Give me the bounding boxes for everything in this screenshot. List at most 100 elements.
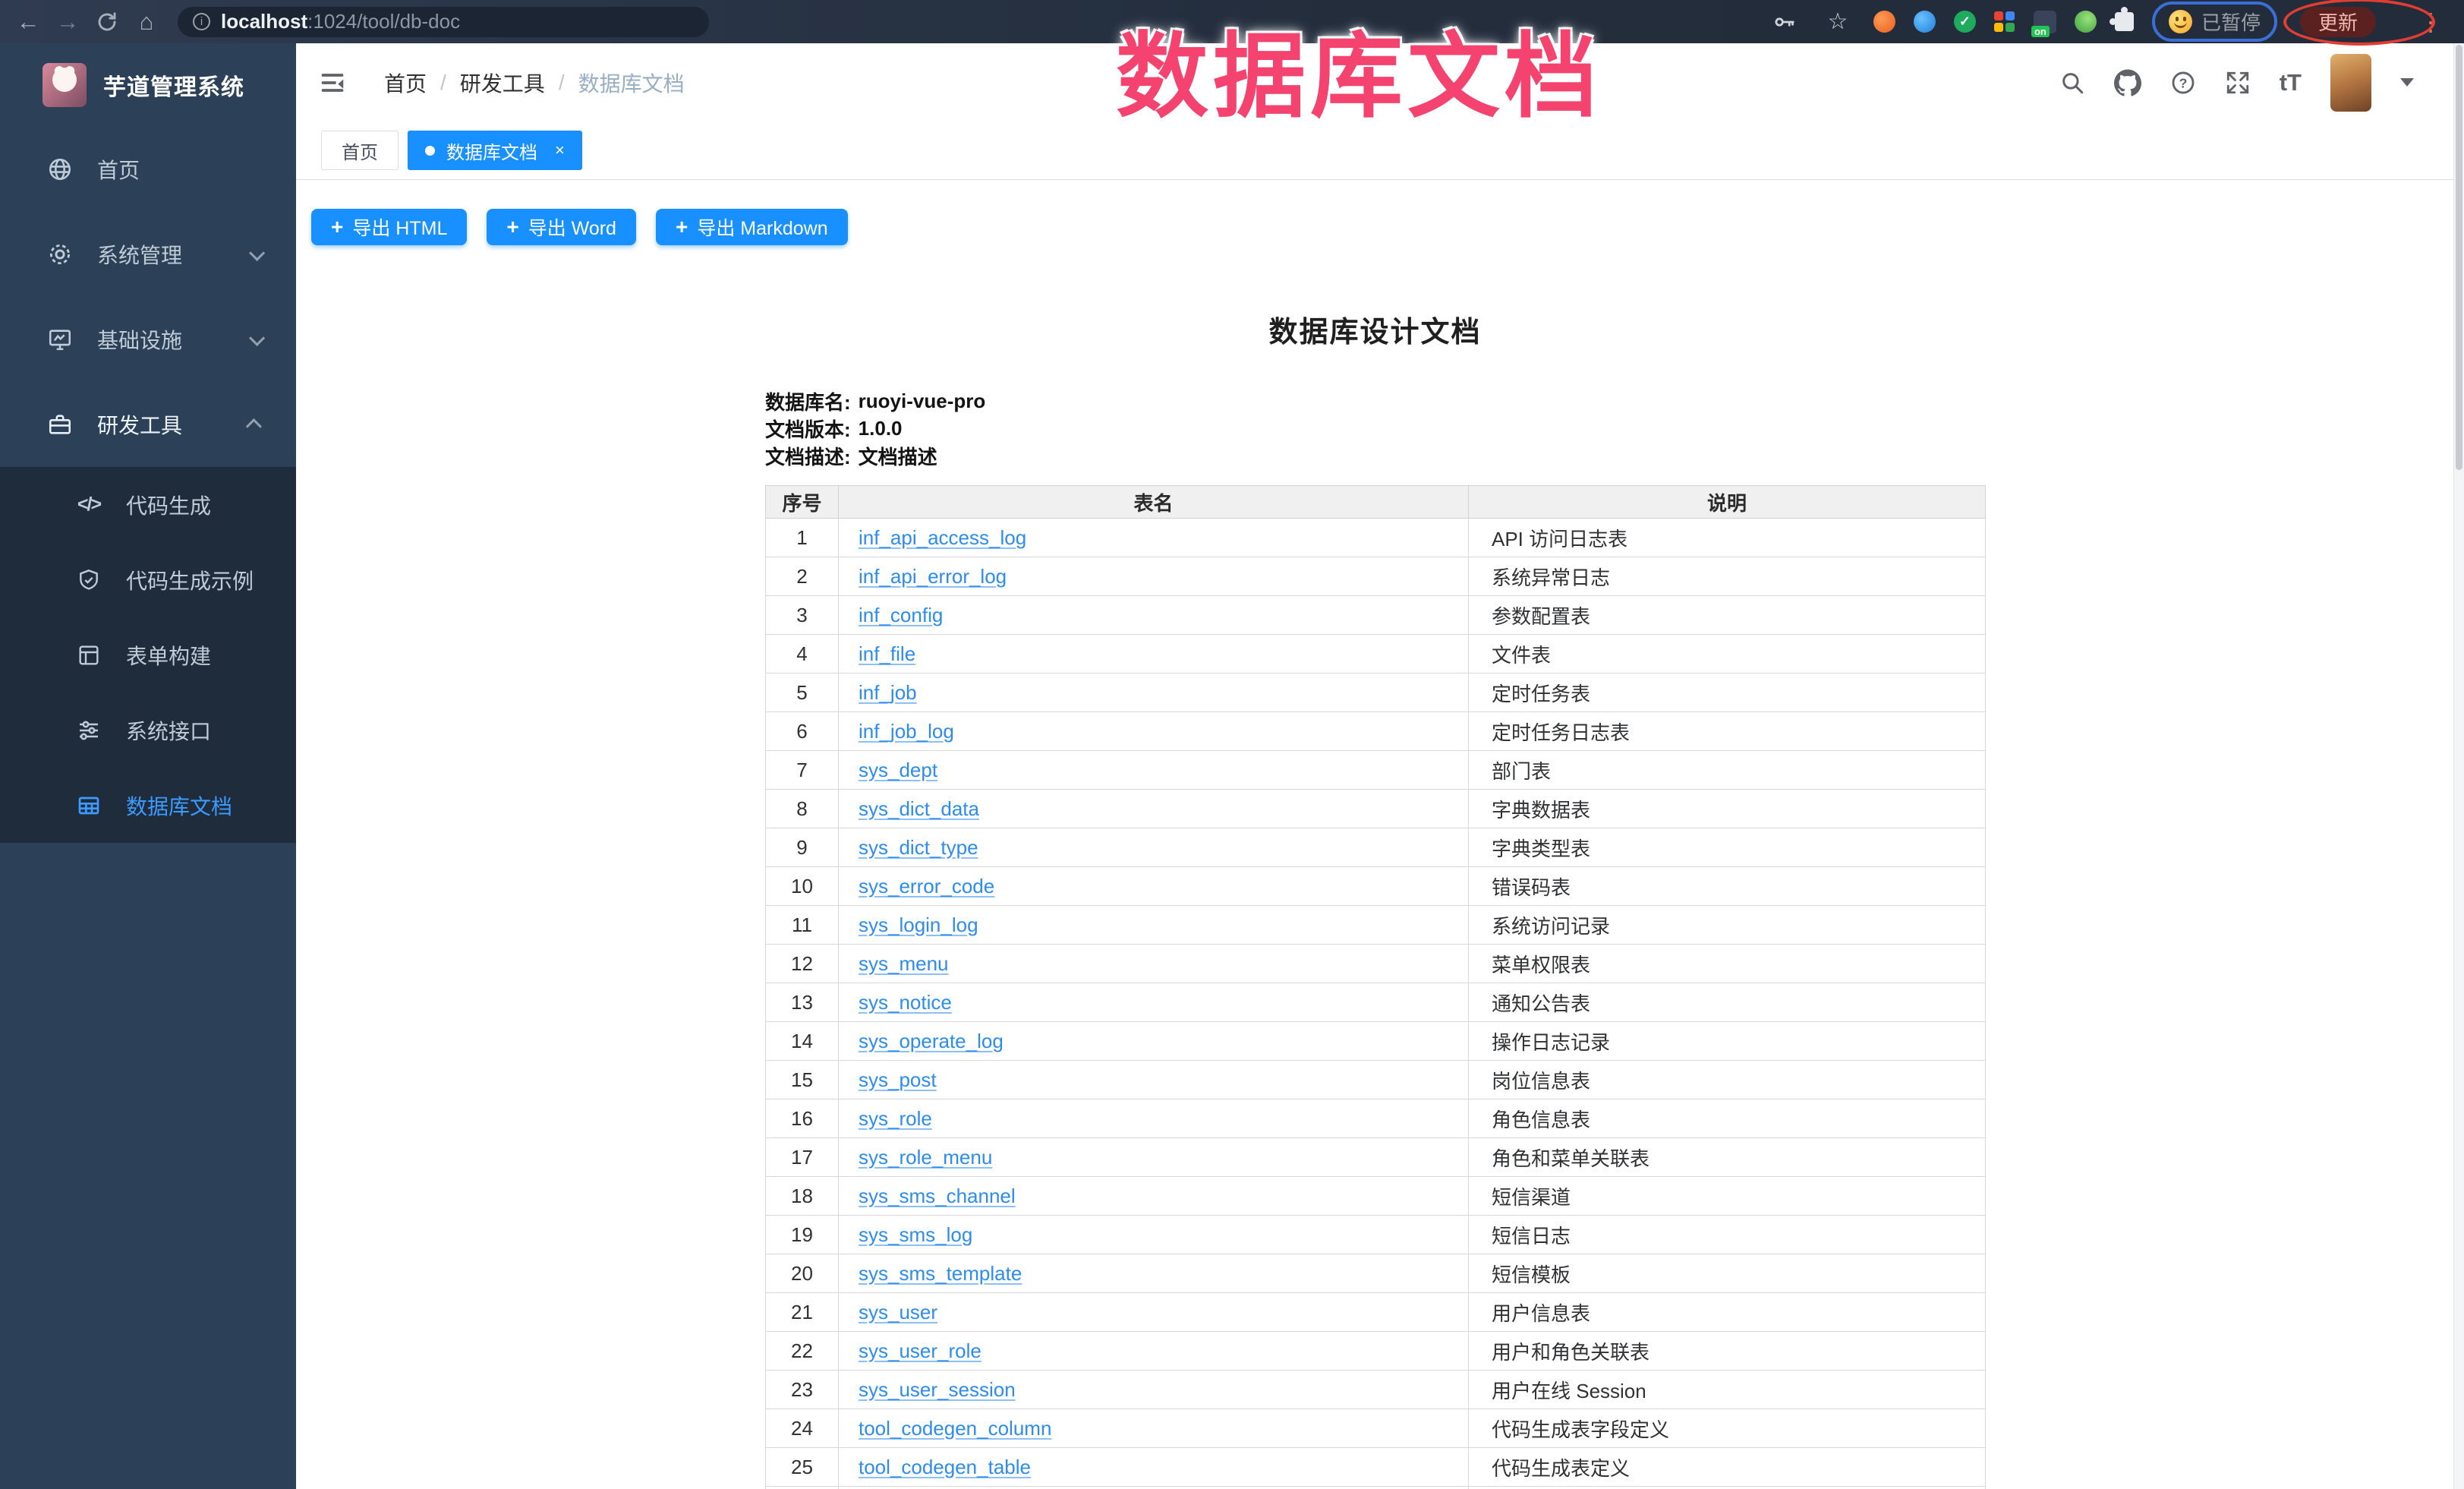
table-link[interactable]: sys_notice	[859, 991, 952, 1014]
table-desc-cell: 短信渠道	[1469, 1177, 1986, 1216]
row-number-cell: 21	[766, 1293, 839, 1332]
table-link[interactable]: sys_user_session	[859, 1378, 1016, 1401]
sidebar-nav: 首页 系统管理 基础设施	[0, 127, 296, 843]
page-scrollbar[interactable]	[2453, 43, 2464, 1489]
grid-dot-green	[2006, 23, 2015, 32]
extensions-puzzle-icon[interactable]	[2115, 12, 2134, 31]
smiley-face-icon	[2169, 10, 2192, 33]
export-markdown-button[interactable]: + 导出 Markdown	[656, 209, 848, 245]
table-name-cell: sys_user	[839, 1293, 1469, 1332]
font-size-icon[interactable]: tT	[2280, 69, 2302, 96]
sidebar-item-codegen[interactable]: </> 代码生成	[0, 467, 296, 542]
table-row: 24 tool_codegen_column 代码生成表字段定义	[766, 1409, 1986, 1448]
table-link[interactable]: inf_config	[859, 604, 943, 626]
table-link[interactable]: sys_operate_log	[859, 1030, 1004, 1052]
key-icon[interactable]	[1767, 5, 1802, 39]
sidebar-item-api[interactable]: 系统接口	[0, 692, 296, 768]
extension-green-check-icon[interactable]: ✓	[1954, 11, 1976, 33]
main-content: + 导出 HTML + 导出 Word + 导出 Markdown 数据库设计文…	[296, 181, 2453, 1489]
table-desc-cell: 角色信息表	[1469, 1099, 1986, 1138]
table-link[interactable]: sys_login_log	[859, 913, 978, 936]
extension-grid-icon[interactable]	[1994, 11, 2015, 33]
extension-on-badge-icon[interactable]: on	[2034, 11, 2056, 33]
breadcrumb-section[interactable]: 研发工具	[460, 68, 545, 98]
table-link[interactable]: inf_api_access_log	[859, 526, 1026, 549]
dashboard-icon	[44, 156, 76, 182]
tab-home[interactable]: 首页	[321, 131, 399, 170]
table-link[interactable]: sys_sms_template	[859, 1262, 1022, 1285]
user-avatar[interactable]	[2330, 54, 2371, 112]
meta-label: 数据库名:	[765, 387, 851, 415]
sidebar-item-devtools[interactable]: 研发工具	[0, 382, 296, 467]
help-icon[interactable]: ?	[2170, 70, 2196, 96]
address-bar[interactable]: i localhost:1024/tool/db-doc	[178, 7, 709, 37]
browser-forward-icon[interactable]: →	[50, 5, 85, 39]
sidebar-fold-icon[interactable]	[311, 62, 354, 104]
table-link[interactable]: sys_role	[859, 1107, 932, 1130]
fullscreen-icon[interactable]	[2225, 70, 2251, 96]
sidebar-item-infra[interactable]: 基础设施	[0, 297, 296, 382]
tab-db-doc[interactable]: 数据库文档 ×	[408, 131, 582, 170]
browser-update-button[interactable]: 更新	[2300, 7, 2376, 37]
site-info-icon[interactable]: i	[193, 13, 210, 30]
table-row: 12 sys_menu 菜单权限表	[766, 945, 1986, 983]
table-desc-cell: 角色和菜单关联表	[1469, 1138, 1986, 1177]
table-row: 4 inf_file 文件表	[766, 635, 1986, 674]
meta-label: 文档描述:	[765, 442, 851, 470]
table-link[interactable]: sys_dict_data	[859, 797, 979, 820]
sidebar-item-home[interactable]: 首页	[0, 127, 296, 212]
row-number-cell: 9	[766, 828, 839, 867]
table-link[interactable]: tool_codegen_column	[859, 1417, 1051, 1440]
row-number-cell: 23	[766, 1371, 839, 1409]
sidebar-item-codegen-demo[interactable]: 代码生成示例	[0, 542, 296, 617]
table-link[interactable]: sys_user	[859, 1301, 937, 1323]
avatar-caret-icon[interactable]	[2400, 78, 2414, 87]
table-link[interactable]: inf_api_error_log	[859, 565, 1007, 588]
table-link[interactable]: sys_menu	[859, 952, 949, 975]
table-link[interactable]: sys_dict_type	[859, 836, 978, 859]
table-link[interactable]: sys_role_menu	[859, 1146, 992, 1169]
browser-home-icon[interactable]: ⌂	[129, 5, 164, 39]
table-link[interactable]: inf_file	[859, 642, 915, 665]
breadcrumb-home[interactable]: 首页	[384, 68, 427, 98]
table-link[interactable]: sys_post	[859, 1068, 937, 1091]
table-name-cell: sys_user_session	[839, 1371, 1469, 1409]
scrollbar-thumb[interactable]	[2456, 45, 2462, 470]
tab-close-icon[interactable]: ×	[555, 142, 565, 159]
table-row: 20 sys_sms_template 短信模板	[766, 1254, 1986, 1293]
table-row: 6 inf_job_log 定时任务日志表	[766, 712, 1986, 751]
browser-menu-kebab-icon[interactable]: ⋮	[2414, 10, 2447, 34]
table-link[interactable]: sys_error_code	[859, 875, 994, 898]
table-link[interactable]: inf_job	[859, 681, 917, 704]
sidebar-item-system[interactable]: 系统管理	[0, 212, 296, 297]
on-badge-label: on	[2031, 26, 2050, 37]
sidebar-item-form-builder[interactable]: 表单构建	[0, 617, 296, 692]
table-link[interactable]: sys_sms_log	[859, 1223, 972, 1246]
recorder-paused-chip[interactable]: 已暂停	[2152, 2, 2277, 42]
extension-blue-icon[interactable]	[1914, 11, 1936, 33]
extension-leaf-icon[interactable]	[2075, 11, 2097, 33]
sidebar-item-db-doc[interactable]: 数据库文档	[0, 768, 296, 843]
table-name-cell: sys_role	[839, 1099, 1469, 1138]
github-icon[interactable]	[2114, 69, 2141, 96]
search-icon[interactable]	[2059, 70, 2085, 96]
export-html-button[interactable]: + 导出 HTML	[311, 209, 467, 245]
table-link[interactable]: sys_user_role	[859, 1339, 982, 1362]
table-name-cell: inf_api_access_log	[839, 519, 1469, 557]
table-link[interactable]: sys_sms_channel	[859, 1185, 1016, 1207]
sidebar-item-label: 研发工具	[97, 409, 182, 440]
col-header-desc: 说明	[1469, 486, 1986, 519]
export-word-button[interactable]: + 导出 Word	[487, 209, 636, 245]
table-name-cell: inf_api_error_log	[839, 557, 1469, 596]
browser-refresh-icon[interactable]	[90, 5, 124, 39]
table-link[interactable]: sys_dept	[859, 759, 937, 781]
browser-back-icon[interactable]: ←	[11, 5, 46, 39]
meta-value: 文档描述	[859, 442, 937, 470]
extension-orange-icon[interactable]	[1873, 11, 1895, 33]
bookmark-star-icon[interactable]: ☆	[1820, 5, 1855, 39]
table-link[interactable]: inf_job_log	[859, 720, 954, 743]
chevron-up-icon	[246, 418, 262, 434]
breadcrumb-separator: /	[559, 71, 565, 95]
app-logo	[43, 63, 87, 107]
table-link[interactable]: tool_codegen_table	[859, 1456, 1031, 1478]
